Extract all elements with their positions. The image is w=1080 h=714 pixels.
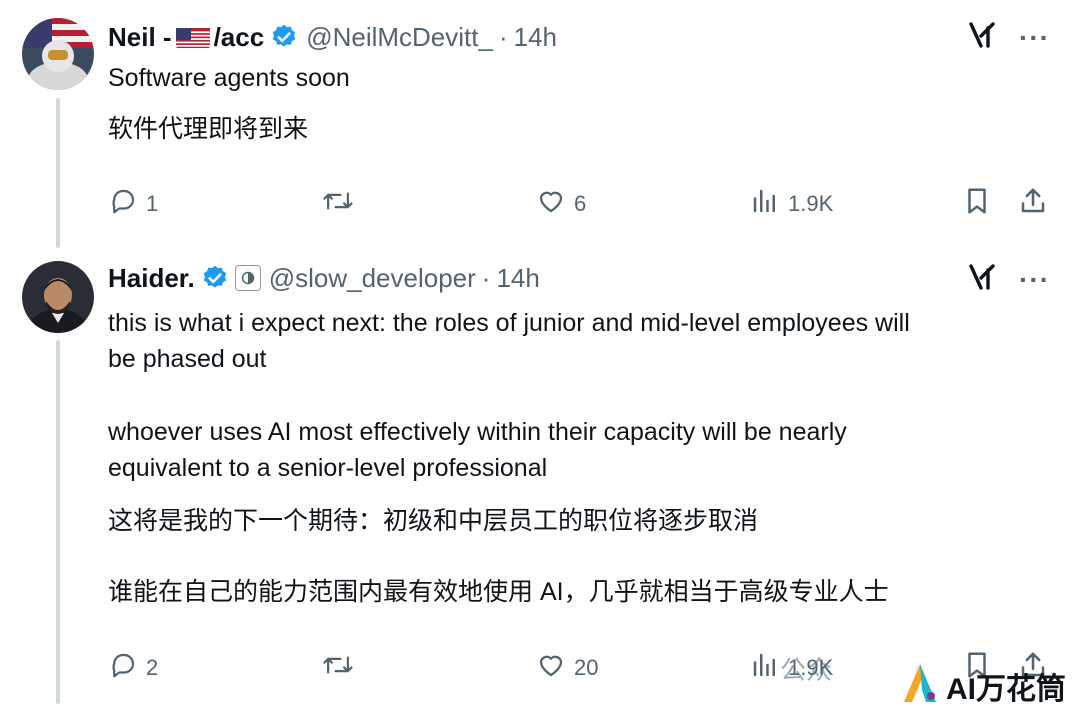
verified-badge-icon [270, 23, 298, 51]
tweet-header: Haider. @slow_developer · 14h [108, 259, 540, 297]
handle[interactable]: @slow_developer [269, 263, 476, 294]
thread-line-2 [56, 340, 60, 704]
display-name[interactable]: Neil - [108, 22, 172, 53]
handle[interactable]: @NeilMcDevitt_ [306, 22, 493, 53]
brand-logo-icon [900, 660, 940, 712]
tweet-top-actions: ··· [967, 262, 1050, 297]
retweet-button[interactable] [322, 650, 362, 686]
tweet-header: Neil - /acc @NeilMcDevitt_ · 14h [108, 18, 557, 56]
affiliate-badge-icon[interactable] [234, 265, 261, 291]
thread-line-1 [56, 98, 60, 248]
avatar[interactable] [22, 261, 94, 333]
retweet-button[interactable] [322, 186, 362, 222]
display-name[interactable]: Haider. [108, 263, 195, 294]
brand-name: AI万花筒 [946, 673, 1066, 706]
tweet-text-en-line: whoever uses AI most effectively within … [108, 418, 847, 446]
tweet-text-zh-line: 谁能在自己的能力范围内最有效地使用 AI，几乎就相当于高级专业人士 [108, 578, 889, 606]
avatar[interactable] [22, 18, 94, 90]
tweet-text-en-line: equivalent to a senior-level professiona… [108, 454, 548, 482]
tweet-text-zh: 软件代理即将到来 [108, 115, 309, 143]
like-button[interactable]: 20 [536, 650, 598, 686]
tweet-text-zh-line: 这将是我的下一个期待：初级和中层员工的职位将逐步取消 [108, 507, 759, 535]
grok-icon[interactable] [967, 20, 997, 55]
display-name-suffix[interactable]: /acc [214, 22, 265, 53]
reply-icon [108, 186, 138, 222]
like-count: 6 [574, 191, 587, 216]
like-count: 20 [574, 655, 599, 680]
more-options-icon[interactable]: ··· [1019, 265, 1050, 294]
separator-dot: · [481, 262, 491, 293]
more-options-icon[interactable]: ··· [1019, 23, 1050, 52]
retweet-icon [322, 186, 354, 222]
watermark-gray-text: 公众 [780, 655, 833, 685]
heart-icon [536, 650, 566, 686]
bookmark-button[interactable] [962, 186, 992, 222]
tweet-text-en-line: this is what i expect next: the roles of… [108, 309, 910, 337]
reply-button[interactable]: 2 [108, 650, 158, 686]
like-button[interactable]: 6 [536, 186, 586, 222]
separator-dot: · [498, 21, 508, 52]
verified-badge-icon [201, 264, 229, 292]
tweet-text-en: Software agents soon [108, 64, 350, 92]
views-count: 1.9K [788, 191, 834, 216]
views-icon [750, 186, 780, 222]
tweet-text-en-line: be phased out [108, 345, 267, 373]
tweet-top-actions: ··· [967, 20, 1050, 55]
us-flag-icon [175, 26, 210, 48]
reply-count: 1 [146, 191, 159, 216]
grok-icon[interactable] [967, 262, 997, 297]
share-icon [1018, 186, 1048, 222]
share-button[interactable] [1018, 186, 1048, 222]
reply-button[interactable]: 1 [108, 186, 158, 222]
reply-count: 2 [146, 655, 159, 680]
heart-icon [536, 186, 566, 222]
bookmark-icon [962, 186, 992, 222]
retweet-icon [322, 650, 354, 686]
views-button[interactable]: 1.9K [750, 186, 833, 222]
watermark-brand: AI万花筒 [900, 660, 1066, 712]
timestamp[interactable]: 14h [514, 22, 557, 53]
reply-icon [108, 650, 138, 686]
views-icon [750, 650, 780, 686]
timestamp[interactable]: 14h [496, 263, 539, 294]
